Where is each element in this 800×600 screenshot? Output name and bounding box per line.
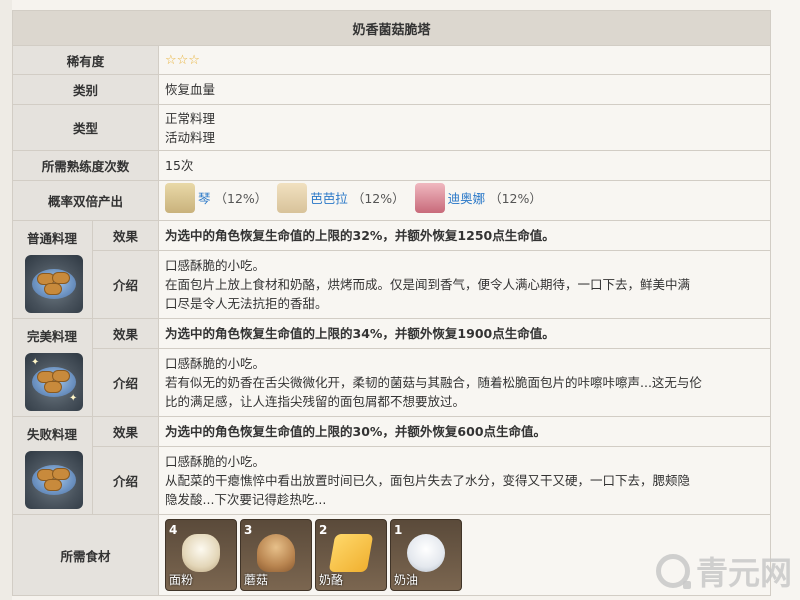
rarity-label: 稀有度 <box>12 45 159 75</box>
desc-line: 从配菜的干瘪憔悴中看出放置时间已久，面包片失去了水分，变得又干又硬，一口下去，腮… <box>165 473 691 488</box>
ingredients-label: 所需食材 <box>12 514 159 596</box>
watermark-text: 青元网 <box>695 554 792 592</box>
ingredient-name: 奶酪 <box>319 573 344 587</box>
effect-label: 效果 <box>92 318 159 349</box>
ingredient-count: 1 <box>394 523 403 537</box>
effect-label: 效果 <box>92 416 159 447</box>
desc-label: 介绍 <box>92 348 159 417</box>
dish-name: 完美料理 <box>26 329 77 344</box>
desc-line: 口感酥脆的小吃。 <box>165 356 266 371</box>
diona-avatar-icon <box>414 183 445 213</box>
desc-line: 若有似无的奶香在舌尖微微化开，柔韧的菌菇与其融合，随着松脆面包片的咔嚓咔嚓声..… <box>165 375 702 390</box>
effect-label: 效果 <box>92 220 159 251</box>
effect-text: 为选中的角色恢复生命值的上限的30%，并额外恢复600点生命值。 <box>157 416 772 447</box>
ingredient-count: 2 <box>319 523 328 537</box>
dish-normal-icon <box>25 255 83 313</box>
cheese-icon <box>328 534 374 572</box>
recipe-info-table: 奶香菌菇脆塔 稀有度 ☆☆☆ 类别 恢复血量 类型 正常料理 活动料理 所需熟练… <box>11 10 772 596</box>
character-pct: （12%） <box>351 190 405 206</box>
ingredient-count: 3 <box>244 523 253 537</box>
page-left-margin <box>0 0 12 600</box>
cream-icon <box>407 534 445 572</box>
mushroom-icon <box>257 534 295 572</box>
watermark-logo-icon <box>655 554 691 589</box>
category-value: 恢复血量 <box>157 74 772 105</box>
proficiency-label: 所需熟练度次数 <box>12 150 159 181</box>
character-link[interactable]: 迪奥娜 <box>448 189 486 208</box>
ingredient-name: 蘑菇 <box>244 573 269 587</box>
dish-normal: 普通料理 <box>12 220 93 319</box>
ingredient-mushroom[interactable]: 3 蘑菇 <box>240 519 312 591</box>
character-qin[interactable]: 琴 （12%） <box>165 183 267 213</box>
proficiency-value: 15次 <box>157 150 772 181</box>
ingredient-count: 4 <box>169 523 178 537</box>
ingredient-flour[interactable]: 4 面粉 <box>165 519 237 591</box>
type-value-1: 正常料理 <box>165 110 216 126</box>
desc-line: 在面包片上放上食材和奶酪，烘烤而成。仅是闻到香气，便令人满心期待，一口下去，鲜美… <box>165 277 691 292</box>
type-label: 类型 <box>12 104 159 151</box>
dish-failed: 失败料理 <box>12 416 93 515</box>
category-label: 类别 <box>12 74 159 105</box>
ingredient-cheese[interactable]: 2 奶酪 <box>315 519 387 591</box>
dish-name: 失败料理 <box>26 427 77 442</box>
character-link[interactable]: 芭芭拉 <box>310 189 348 208</box>
desc-line: 比的满足感，让人连指尖残留的面包屑都不想要放过。 <box>165 394 466 409</box>
type-value-2: 活动料理 <box>165 129 216 145</box>
dish-name: 普通料理 <box>26 231 77 246</box>
ingredient-name: 奶油 <box>394 573 419 587</box>
character-barbara[interactable]: 芭芭拉 （12%） <box>277 183 405 213</box>
dish-perfect-icon: ✦ ✦ <box>25 353 83 411</box>
effect-text: 为选中的角色恢复生命值的上限的32%，并额外恢复1250点生命值。 <box>157 220 772 251</box>
recipe-title: 奶香菌菇脆塔 <box>11 10 772 46</box>
desc-line: 口感酥脆的小吃。 <box>165 258 266 273</box>
effect-text: 为选中的角色恢复生命值的上限的34%，并额外恢复1900点生命值。 <box>157 318 772 349</box>
rarity-stars-icon: ☆☆☆ <box>165 53 200 68</box>
qin-avatar-icon <box>165 183 195 213</box>
desc-label: 介绍 <box>92 446 159 515</box>
dish-failed-icon <box>25 451 83 509</box>
character-pct: （12%） <box>489 190 542 206</box>
double-output-label: 概率双倍产出 <box>12 180 159 221</box>
page-right-margin <box>770 0 800 600</box>
character-pct: （12%） <box>214 190 268 206</box>
dish-perfect: 完美料理 ✦ ✦ <box>12 318 93 417</box>
ingredient-cream[interactable]: 1 奶油 <box>390 519 462 591</box>
character-link[interactable]: 琴 <box>198 189 211 208</box>
flour-icon <box>182 534 220 572</box>
desc-line: 隐发酸...下次要记得趁热吃... <box>165 492 327 507</box>
character-diona[interactable]: 迪奥娜 （12%） <box>414 183 542 213</box>
desc-line: 口感酥脆的小吃。 <box>165 454 266 469</box>
barbara-avatar-icon <box>277 183 308 213</box>
desc-line: 口尽是令人无法抗拒的香甜。 <box>165 296 328 311</box>
desc-label: 介绍 <box>92 250 159 319</box>
ingredient-name: 面粉 <box>169 573 194 587</box>
site-watermark: 青元网 <box>655 548 792 594</box>
